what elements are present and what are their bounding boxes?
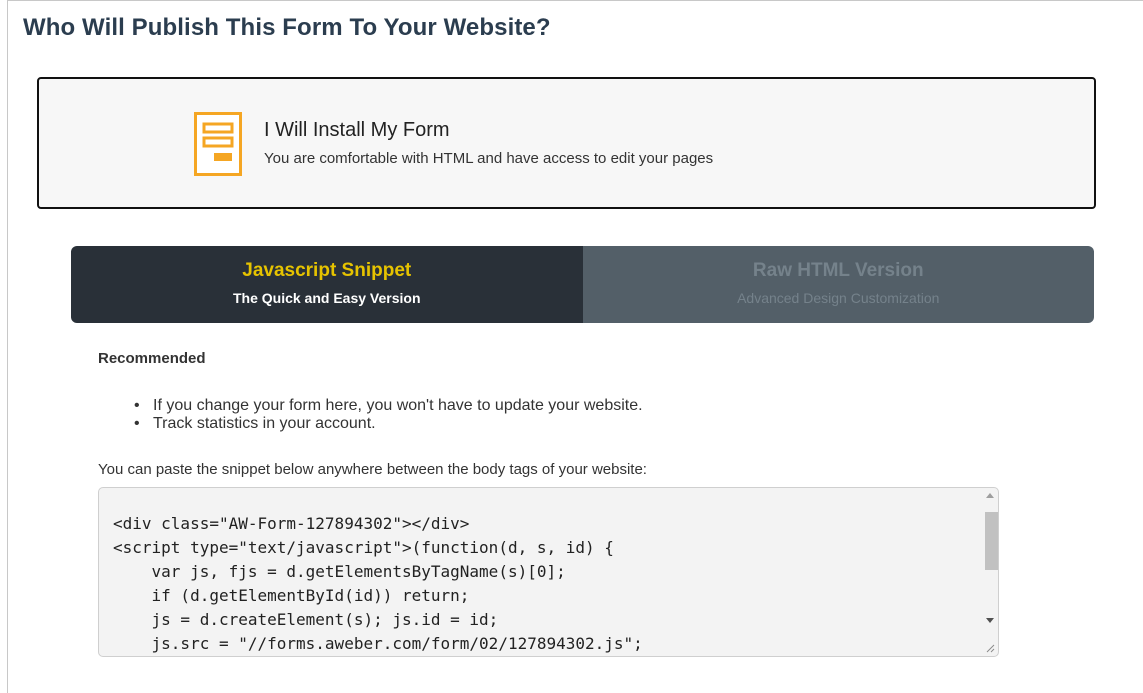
tab-javascript-snippet[interactable]: Javascript Snippet The Quick and Easy Ve… — [71, 246, 583, 323]
resize-handle-icon[interactable] — [985, 643, 995, 653]
tab-raw-html-version[interactable]: Raw HTML Version Advanced Design Customi… — [582, 246, 1094, 323]
recommended-heading: Recommended — [98, 350, 206, 367]
form-icon — [194, 112, 242, 176]
snippet-code-textarea[interactable]: <div class="AW-Form-127894302"></div> <s… — [98, 487, 999, 657]
scroll-thumb[interactable] — [985, 512, 998, 570]
paste-instructions: You can paste the snippet below anywhere… — [98, 461, 647, 478]
page-title: Who Will Publish This Form To Your Websi… — [23, 14, 551, 41]
scroll-down-icon[interactable] — [986, 618, 994, 623]
snippet-type-tabs: Javascript Snippet The Quick and Easy Ve… — [71, 246, 1094, 323]
benefits-list: If you change your form here, you won't … — [134, 397, 643, 433]
list-item: Track statistics in your account. — [134, 415, 643, 433]
option-subtitle: You are comfortable with HTML and have a… — [264, 150, 714, 167]
list-item: If you change your form here, you won't … — [134, 397, 643, 415]
tab-title: Raw HTML Version — [752, 260, 924, 281]
code-scrollbar[interactable] — [981, 488, 998, 638]
tab-subtitle: The Quick and Easy Version — [232, 290, 421, 306]
option-title: I Will Install My Form — [264, 119, 450, 141]
install-myself-option[interactable]: I Will Install My Form You are comfortab… — [37, 77, 1096, 209]
tab-title: Javascript Snippet — [242, 260, 412, 281]
scroll-up-icon[interactable] — [986, 493, 994, 498]
tab-subtitle: Advanced Design Customization — [737, 290, 940, 306]
snippet-code[interactable]: <div class="AW-Form-127894302"></div> <s… — [113, 512, 643, 656]
